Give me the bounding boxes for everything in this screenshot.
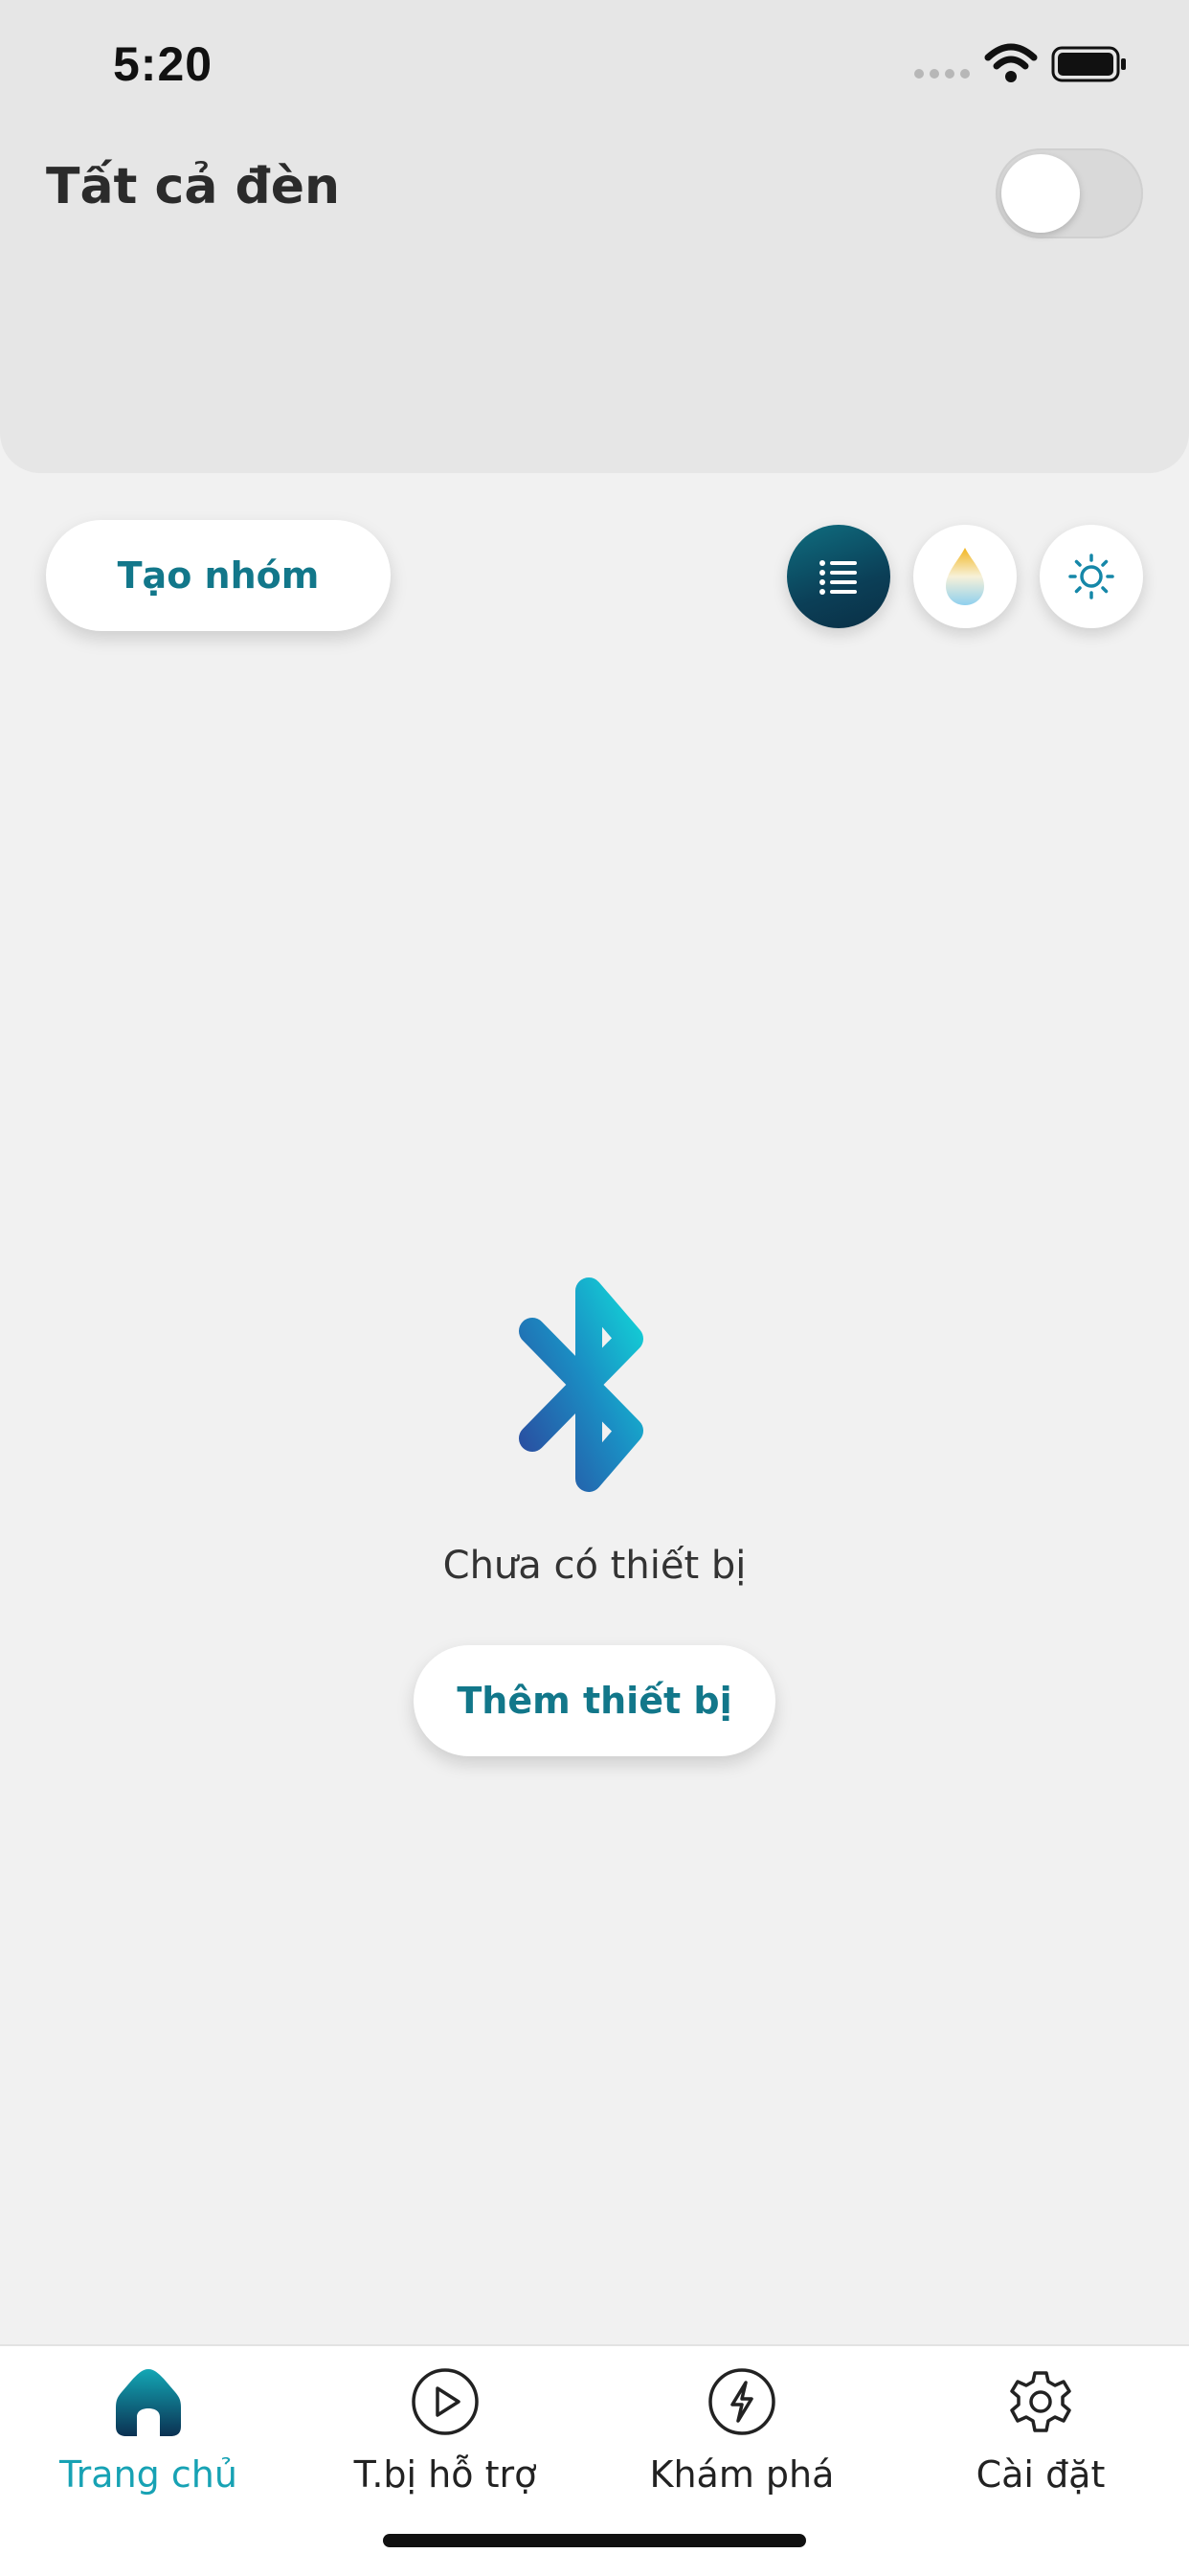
lightning-circle-icon [708, 2368, 775, 2435]
create-group-button[interactable]: Tạo nhóm [46, 520, 391, 631]
status-time: 5:20 [113, 37, 213, 91]
battery-icon [1051, 46, 1126, 82]
page-title: Tất cả đèn [46, 158, 341, 215]
brightness-sun-icon [1068, 554, 1114, 599]
wifi-icon [984, 43, 1038, 82]
tab-supported-devices[interactable]: T.bị hỗ trợ [297, 2356, 594, 2509]
tab-label: Trang chủ [59, 2453, 237, 2496]
tab-settings[interactable]: Cài đặt [892, 2356, 1189, 2509]
tab-label: Cài đặt [976, 2453, 1106, 2496]
play-circle-icon [412, 2368, 479, 2435]
tab-home[interactable]: Trang chủ [0, 2356, 297, 2509]
color-temperature-button[interactable] [913, 525, 1017, 628]
gear-icon [1010, 2371, 1071, 2432]
header-panel: 5:20 Tất cả đèn [0, 0, 1189, 473]
list-icon [819, 560, 857, 595]
all-lights-toggle[interactable] [996, 148, 1143, 238]
home-indicator [383, 2534, 806, 2547]
color-temperature-drop-icon [946, 548, 984, 605]
toggle-knob [1001, 154, 1080, 233]
bluetooth-icon [519, 1277, 643, 1492]
home-icon [116, 2369, 181, 2436]
cellular-signal-icon [914, 69, 970, 79]
add-device-button[interactable]: Thêm thiết bị [414, 1645, 775, 1756]
tab-label: Khám phá [649, 2453, 835, 2496]
empty-state-message: Chưa có thiết bị [442, 1544, 747, 1588]
tab-label: T.bị hỗ trợ [353, 2453, 537, 2496]
tab-explore[interactable]: Khám phá [594, 2356, 890, 2509]
list-view-button[interactable] [787, 525, 890, 628]
brightness-button[interactable] [1040, 525, 1143, 628]
